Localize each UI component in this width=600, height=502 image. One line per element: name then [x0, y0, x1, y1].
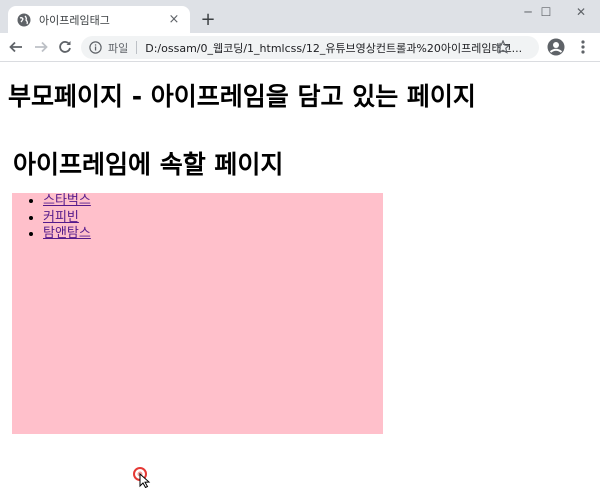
url-text[interactable]: D:/ossam/0_웹코딩/1_htmlcss/12_유튜브영상컨트롤과%20… — [145, 40, 525, 56]
star-icon — [496, 40, 510, 54]
list-item: 탐앤탐스 — [43, 226, 383, 243]
link-list: 스타벅스 커피빈 탐앤탐스 — [12, 193, 383, 243]
close-window-button[interactable]: ✕ — [565, 0, 597, 24]
globe-icon — [17, 13, 31, 26]
arrow-left-icon — [9, 41, 22, 53]
browser-toolbar: 파일 D:/ossam/0_웹코딩/1_htmlcss/12_유튜브영상컨트롤과… — [0, 33, 600, 62]
link-tomntoms[interactable]: 탐앤탐스 — [43, 226, 91, 241]
address-divider — [136, 41, 138, 54]
list-item: 커피빈 — [43, 210, 383, 227]
maximize-button[interactable]: ☐ — [530, 0, 562, 24]
tab-close-icon[interactable]: × — [166, 12, 182, 28]
bookmark-button[interactable] — [493, 37, 513, 57]
tab-strip: 아이프레임태그 × + ─ ☐ ✕ — [0, 0, 600, 33]
mouse-cursor-icon — [133, 467, 151, 488]
page-title: 부모페이지 - 아이프레임을 담고 있는 페이지 — [8, 82, 476, 111]
iframe-area: 스타벅스 커피빈 탐앤탐스 — [12, 193, 383, 434]
list-item: 스타벅스 — [43, 193, 383, 210]
link-coffeebean[interactable]: 커피빈 — [43, 210, 79, 225]
forward-button[interactable] — [31, 37, 51, 57]
info-icon[interactable] — [89, 41, 102, 54]
arrow-right-icon — [35, 41, 48, 53]
tab-title: 아이프레임태그 — [39, 13, 110, 27]
reload-button[interactable] — [55, 37, 75, 57]
address-bar[interactable]: 파일 D:/ossam/0_웹코딩/1_htmlcss/12_유튜브영상컨트롤과… — [81, 36, 539, 59]
reload-icon — [59, 41, 71, 53]
browser-tab[interactable]: 아이프레임태그 × — [8, 6, 190, 33]
new-tab-button[interactable]: + — [197, 9, 219, 31]
iframe-page-title: 아이프레임에 속할 페이지 — [13, 150, 284, 179]
back-button[interactable] — [6, 37, 26, 57]
kebab-menu-icon[interactable] — [577, 38, 589, 56]
link-starbucks[interactable]: 스타벅스 — [43, 193, 91, 208]
account-icon[interactable] — [547, 38, 565, 56]
scheme-label: 파일 — [108, 41, 129, 55]
